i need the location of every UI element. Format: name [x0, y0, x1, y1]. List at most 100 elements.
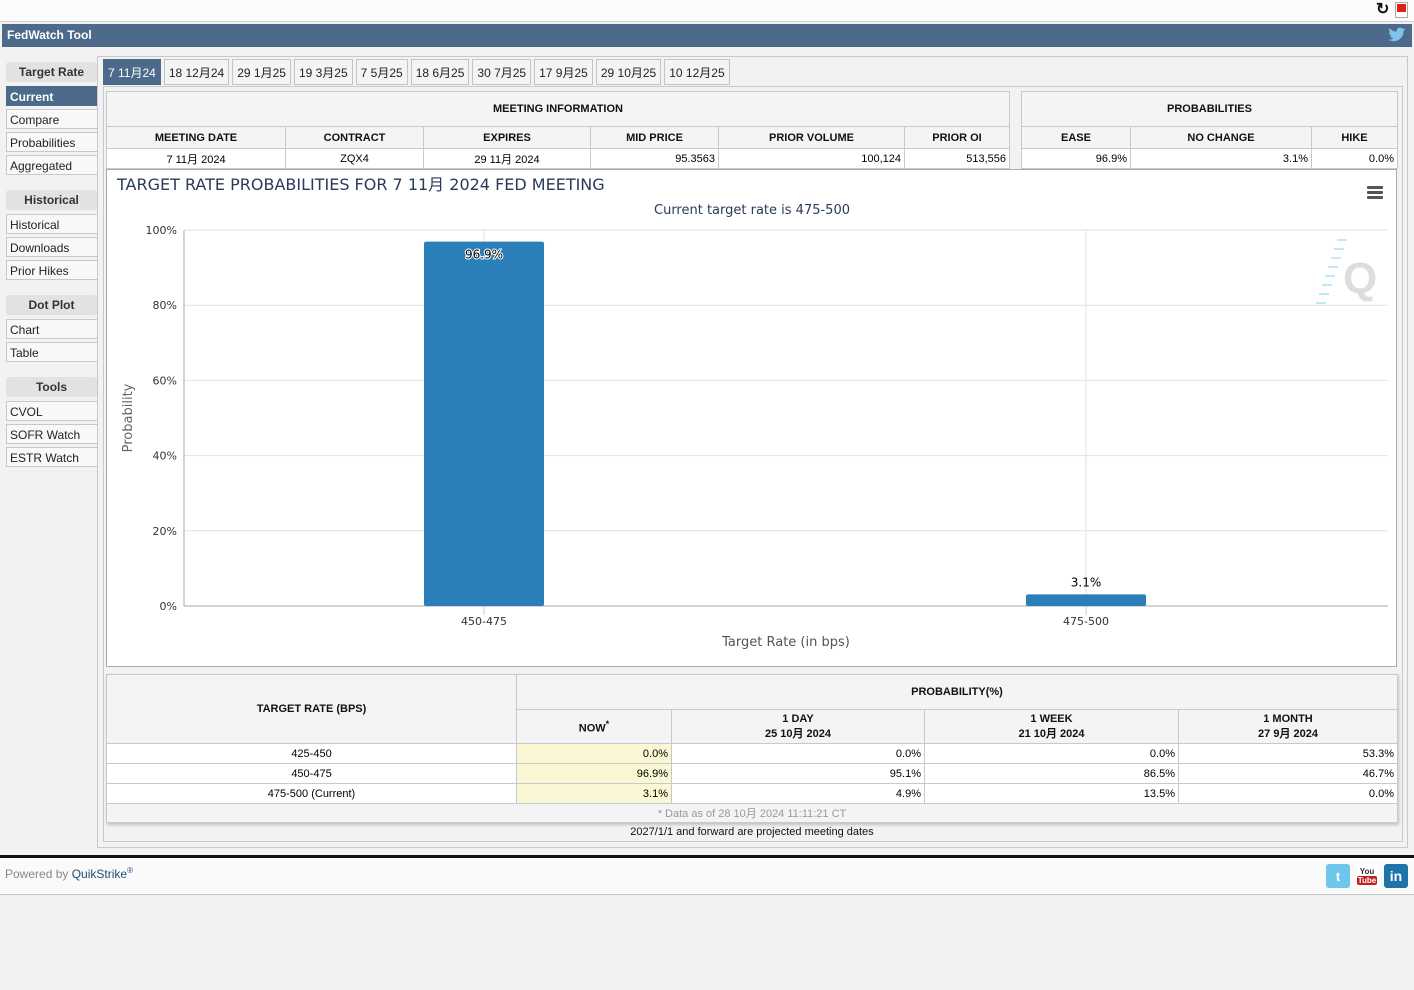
meeting-info-table: MEETING INFORMATION MEETING DATE CONTRAC… — [106, 91, 1010, 169]
probability-cell: 0.0% — [1178, 783, 1398, 804]
col-date: 25 10月 2024 — [764, 727, 832, 740]
y-tick-label: 40% — [153, 450, 177, 463]
sidebar-item-downloads[interactable]: Downloads — [6, 237, 97, 257]
sidebar-heading-tools[interactable]: Tools — [6, 377, 97, 397]
target-rate-cell: 425-450 — [106, 743, 517, 764]
probability-history-table: TARGET RATE (BPS) PROBABILITY(%) NOW* 1 D… — [106, 674, 1398, 823]
y-tick-label: 0% — [160, 600, 177, 613]
sidebar-heading-dot-plot[interactable]: Dot Plot — [6, 295, 97, 315]
app-header: FedWatch Tool — [2, 24, 1412, 47]
y-tick-label: 80% — [153, 299, 177, 312]
col-1-day: 1 DAY 25 10月 2024 — [671, 709, 925, 744]
bar-450-475 — [424, 241, 544, 606]
col-target-rate: TARGET RATE (BPS) — [106, 674, 517, 744]
y-tick-label: 20% — [153, 525, 177, 538]
prior-oi-value: 513,556 — [904, 148, 1010, 169]
col-prior-oi: PRIOR OI — [904, 126, 1010, 149]
target-rate-cell: 475-500 (Current) — [106, 783, 517, 804]
sidebar-item-table[interactable]: Table — [6, 342, 97, 362]
footnote-marker: * — [605, 718, 610, 729]
tab-meeting-8[interactable]: 29 10月25 — [595, 59, 662, 85]
col-date: 27 9月 2024 — [1258, 727, 1318, 740]
tab-meeting-4[interactable]: 7 5月25 — [355, 59, 408, 85]
probability-cell: 13.5% — [924, 783, 1179, 804]
probability-chart: TARGET RATE PROBABILITIES FOR 7 11月 2024… — [106, 169, 1397, 667]
powered-by-label: Powered by — [5, 867, 69, 881]
tab-meeting-6[interactable]: 30 7月25 — [472, 59, 532, 85]
col-mid-price: MID PRICE — [590, 126, 719, 149]
col-label: 1 DAY — [782, 712, 814, 725]
twitter-icon[interactable] — [1388, 27, 1406, 43]
chart-svg: TARGET RATE PROBABILITIES FOR 7 11月 2024… — [116, 175, 1388, 650]
data-timestamp: * Data as of 28 10月 2024 11:11:21 CT — [106, 803, 1398, 823]
mid-price-value: 95.3563 — [590, 148, 719, 169]
twitter-icon[interactable]: t — [1326, 864, 1350, 888]
hike-value: 0.0% — [1311, 148, 1398, 169]
sidebar-item-compare[interactable]: Compare — [6, 109, 97, 129]
table-row: 475-500 (Current) 3.1% 4.9% 13.5% 0.0% — [106, 783, 1398, 804]
quikstrike-link[interactable]: QuikStrike® — [72, 866, 133, 881]
tab-meeting-7[interactable]: 17 9月25 — [534, 59, 593, 85]
y-tick-label: 60% — [153, 374, 177, 387]
col-1-month: 1 MONTH 27 9月 2024 — [1178, 709, 1398, 744]
tab-meeting-9[interactable]: 10 12月25 — [664, 59, 730, 85]
sidebar-item-aggregated[interactable]: Aggregated — [6, 155, 97, 175]
youtube-icon[interactable]: You Tube — [1355, 864, 1379, 888]
y-axis-label: Probability — [121, 383, 136, 452]
sidebar-item-sofr-watch[interactable]: SOFR Watch — [6, 424, 97, 444]
tab-meeting-5[interactable]: 18 6月25 — [410, 59, 470, 85]
tab-meeting-1[interactable]: 18 12月24 — [163, 59, 230, 85]
probability-cell: 86.5% — [924, 763, 1179, 784]
sidebar-item-probabilities[interactable]: Probabilities — [6, 132, 97, 152]
footer: Powered by QuikStrike® t You Tube in — [0, 858, 1414, 895]
tab-meeting-2[interactable]: 29 1月25 — [232, 59, 291, 85]
col-label: NOW — [578, 722, 606, 735]
tab-meeting-0[interactable]: 7 11月24 — [103, 59, 161, 85]
reload-icon[interactable]: ↻ — [1376, 2, 1392, 18]
ease-value: 96.9% — [1021, 148, 1131, 169]
probability-cell: 4.9% — [671, 783, 925, 804]
meeting-tabs: 7 11月24 18 12月24 29 1月25 19 3月25 7 5月25 18 6月… — [103, 59, 730, 85]
sidebar-item-current[interactable]: Current — [6, 86, 97, 106]
col-hike: HIKE — [1311, 126, 1398, 149]
table-row: 7 11月 2024 ZQX4 29 11月 2024 95.3563 100,… — [106, 148, 1010, 169]
chart-menu-icon[interactable] — [1367, 186, 1383, 200]
pdf-icon[interactable] — [1395, 2, 1408, 18]
social-links: t You Tube in — [1326, 864, 1408, 888]
sidebar-item-chart[interactable]: Chart — [6, 319, 97, 339]
no-change-value: 3.1% — [1130, 148, 1312, 169]
col-label: 1 MONTH — [1263, 712, 1313, 725]
sidebar-item-estr-watch[interactable]: ESTR Watch — [6, 447, 97, 467]
linkedin-icon[interactable]: in — [1384, 864, 1408, 888]
x-axis-label: Target Rate (in bps) — [721, 635, 850, 650]
col-ease: EASE — [1021, 126, 1131, 149]
sidebar-heading-target-rate[interactable]: Target Rate — [6, 62, 97, 82]
tab-meeting-3[interactable]: 19 3月25 — [293, 59, 353, 85]
chart-title: TARGET RATE PROBABILITIES FOR 7 11月 2024… — [116, 175, 605, 194]
powered-by: Powered by QuikStrike® — [5, 866, 133, 881]
col-now: NOW* — [516, 709, 672, 744]
expires-value: 29 11月 2024 — [423, 148, 591, 169]
prior-volume-value: 100,124 — [718, 148, 905, 169]
probability-cell: 3.1% — [516, 783, 672, 804]
probability-cell: 95.1% — [671, 763, 925, 784]
meeting-date-value: 7 11月 2024 — [106, 148, 286, 169]
sidebar-heading-historical[interactable]: Historical — [6, 190, 97, 210]
sidebar-item-prior-hikes[interactable]: Prior Hikes — [6, 260, 97, 280]
col-date: 21 10月 2024 — [1018, 727, 1085, 740]
table-row: 450-475 96.9% 95.1% 86.5% 46.7% — [106, 763, 1398, 784]
svg-text:Q: Q — [1343, 254, 1377, 303]
x-tick-label: 475-500 — [1063, 615, 1109, 628]
projected-note: 2027/1/1 and forward are projected meeti… — [630, 826, 874, 838]
sidebar-item-historical[interactable]: Historical — [6, 214, 97, 234]
app-title: FedWatch Tool — [7, 28, 92, 42]
quikstrike-watermark-icon: Q — [1316, 239, 1377, 304]
table-row: 96.9% 3.1% 0.0% — [1021, 148, 1398, 169]
col-contract: CONTRACT — [285, 126, 424, 149]
col-1-week: 1 WEEK 21 10月 2024 — [924, 709, 1179, 744]
sidebar-item-cvol[interactable]: CVOL — [6, 401, 97, 421]
data-label: 3.1% — [1071, 575, 1102, 589]
